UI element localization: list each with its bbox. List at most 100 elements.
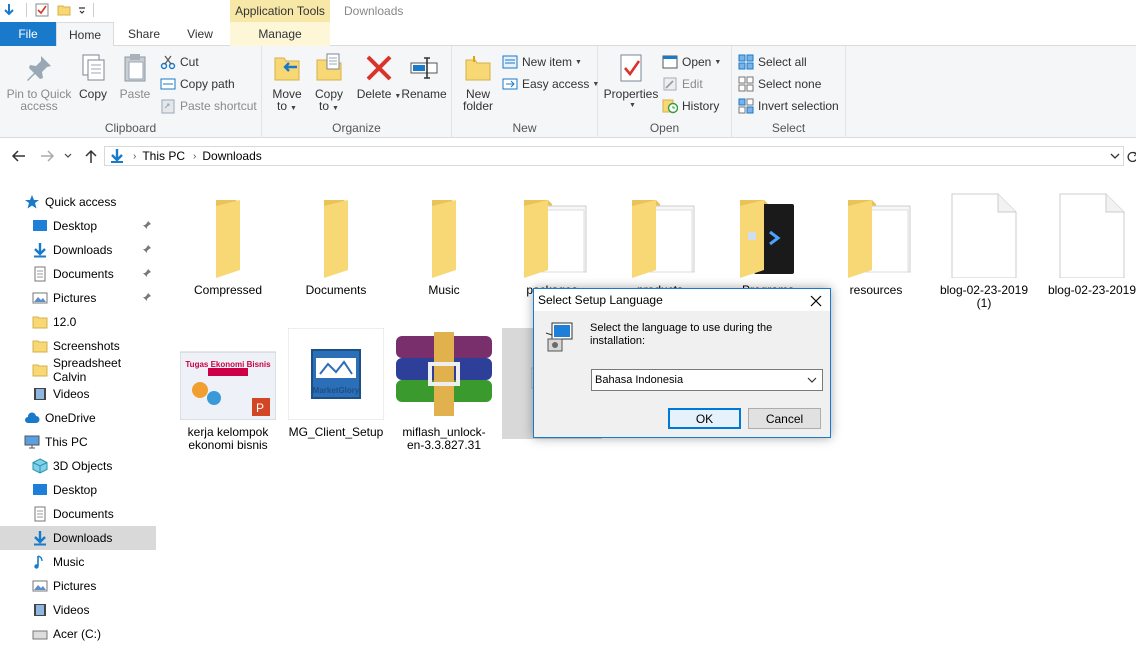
select-all-button[interactable]: Select all (738, 52, 807, 72)
up-button[interactable] (82, 146, 100, 166)
invert-selection-icon (738, 98, 754, 114)
file-item[interactable]: Documents (286, 186, 386, 297)
tab-file[interactable]: File (0, 22, 56, 46)
file-item[interactable]: miflash_unlock-en-3.3.827.31 (394, 328, 494, 452)
drive-icon (32, 626, 48, 642)
file-item[interactable]: blog-02-23-2019 (1) (934, 186, 1034, 310)
nav-item-pictures[interactable]: Pictures (0, 286, 156, 310)
breadcrumb-this-pc[interactable]: This PC (142, 149, 185, 163)
nav-item-acer-c-[interactable]: Acer (C:) (0, 622, 156, 646)
delete-button[interactable]: Delete ▼ (357, 52, 401, 103)
customize-qat-icon[interactable] (77, 3, 87, 17)
nav-item-screenshots[interactable]: Screenshots (0, 334, 156, 358)
nav-item-label: Videos (53, 603, 90, 617)
paste-shortcut-button[interactable]: Paste shortcut (160, 96, 257, 116)
pin-to-quick-access-button[interactable]: Pin to Quick access (6, 52, 72, 112)
select-none-icon (738, 76, 754, 92)
nav-item-downloads[interactable]: Downloads (0, 238, 156, 262)
nav-item-this-pc[interactable]: This PC (0, 430, 156, 454)
file-name: Compressed (193, 283, 263, 297)
file-item[interactable]: products (610, 186, 710, 297)
new-folder-button[interactable]: New folder (460, 52, 496, 112)
nav-item-downloads[interactable]: Downloads (0, 526, 156, 550)
chevron-down-icon (807, 377, 817, 383)
file-item[interactable]: MarketGlory MG_Client_Setup (286, 327, 386, 439)
file-item[interactable]: Music (394, 186, 494, 297)
copy-button[interactable]: Copy (76, 52, 110, 100)
history-icon (662, 99, 678, 114)
address-dropdown-icon[interactable] (1109, 150, 1121, 162)
breadcrumb-downloads[interactable]: Downloads (202, 149, 261, 163)
new-item-icon (502, 55, 518, 69)
tab-home[interactable]: Home (56, 22, 114, 47)
properties-button[interactable]: Properties ▼ (604, 52, 658, 112)
nav-item-quick-access[interactable]: Quick access (0, 190, 156, 214)
nav-item-label: Screenshots (53, 339, 120, 353)
rename-button[interactable]: Rename (401, 52, 447, 100)
dialog-close-button[interactable] (810, 291, 822, 312)
nav-item-videos[interactable]: Videos (0, 382, 156, 406)
easy-access-button[interactable]: Easy access ▼ (502, 74, 599, 94)
open-button[interactable]: Open ▼ (662, 52, 721, 72)
copy-path-button[interactable]: Copy path (160, 74, 235, 94)
language-select[interactable]: Bahasa Indonesia (591, 369, 823, 391)
desktop-icon (32, 218, 48, 234)
tab-view[interactable]: View (172, 22, 228, 46)
nav-item-onedrive[interactable]: OneDrive (0, 406, 156, 430)
chevron-down-icon (64, 153, 72, 158)
new-folder-icon[interactable] (57, 3, 71, 17)
nav-item-label: 12.0 (53, 315, 77, 329)
nav-item-videos[interactable]: Videos (0, 598, 156, 622)
cancel-button[interactable]: Cancel (748, 408, 821, 429)
file-item[interactable]: Programs (718, 186, 818, 297)
paste-shortcut-icon (161, 99, 175, 114)
nav-item-label: Desktop (53, 483, 98, 497)
address-bar[interactable]: › This PC › Downloads (104, 146, 1124, 166)
move-to-button[interactable]: Move to ▼ (270, 52, 304, 115)
back-button[interactable] (10, 146, 28, 166)
address-row: › This PC › Downloads (0, 142, 1136, 170)
nav-item-spreadsheet-calvin[interactable]: Spreadsheet Calvin (0, 356, 156, 384)
pin-icon (142, 220, 152, 233)
tab-share[interactable]: Share (116, 22, 172, 46)
history-button[interactable]: History (662, 96, 719, 116)
new-item-button[interactable]: New item ▼ (502, 52, 582, 72)
file-name: kerja kelompok ekonomi bisnis (187, 425, 269, 452)
breadcrumb-separator[interactable]: › (193, 151, 196, 162)
nav-item-desktop[interactable]: Desktop (0, 478, 156, 502)
properties-check-icon[interactable] (35, 3, 49, 17)
cut-button[interactable]: Cut (160, 52, 199, 72)
copy-to-button[interactable]: Copy to ▼ (312, 52, 346, 115)
file-item[interactable]: P Tugas Ekonomi Bisnis kerja kelompok ekon… (178, 328, 278, 452)
edit-button[interactable]: Edit (662, 74, 703, 94)
file-item[interactable]: resources (826, 186, 926, 297)
nav-item-documents[interactable]: Documents (0, 502, 156, 526)
nav-item-desktop[interactable]: Desktop (0, 214, 156, 238)
recent-locations-button[interactable] (62, 146, 74, 166)
new-folder-big-icon (465, 56, 491, 81)
organize-group: Move to ▼ Copy to ▼ Delete ▼ Rename Organiz… (262, 46, 452, 138)
nav-item-pictures[interactable]: Pictures (0, 574, 156, 598)
select-none-button[interactable]: Select none (738, 74, 821, 94)
folder-icon (720, 186, 816, 278)
breadcrumb-separator[interactable]: › (133, 151, 136, 162)
tab-manage[interactable]: Manage (230, 22, 330, 46)
file-item[interactable]: packages (502, 186, 602, 297)
ok-button[interactable]: OK (668, 408, 741, 429)
file-name: Music (428, 283, 460, 297)
file-item[interactable]: Compressed (178, 186, 278, 297)
paste-button[interactable]: Paste (118, 52, 152, 100)
nav-item-music[interactable]: Music (0, 550, 156, 574)
nav-item-3d-objects[interactable]: 3D Objects (0, 454, 156, 478)
nav-item-documents[interactable]: Documents (0, 262, 156, 286)
svg-text:P: P (256, 401, 264, 415)
star-icon (24, 194, 40, 210)
select-all-icon (738, 54, 754, 70)
nav-item-12-0[interactable]: 12.0 (0, 310, 156, 334)
forward-button[interactable] (38, 146, 56, 166)
desktop-icon (32, 482, 48, 498)
organize-label: Organize (332, 121, 381, 135)
file-item[interactable]: blog-02-23-2019 (1042, 186, 1136, 297)
refresh-icon[interactable] (1126, 150, 1136, 164)
invert-selection-button[interactable]: Invert selection (738, 96, 839, 116)
